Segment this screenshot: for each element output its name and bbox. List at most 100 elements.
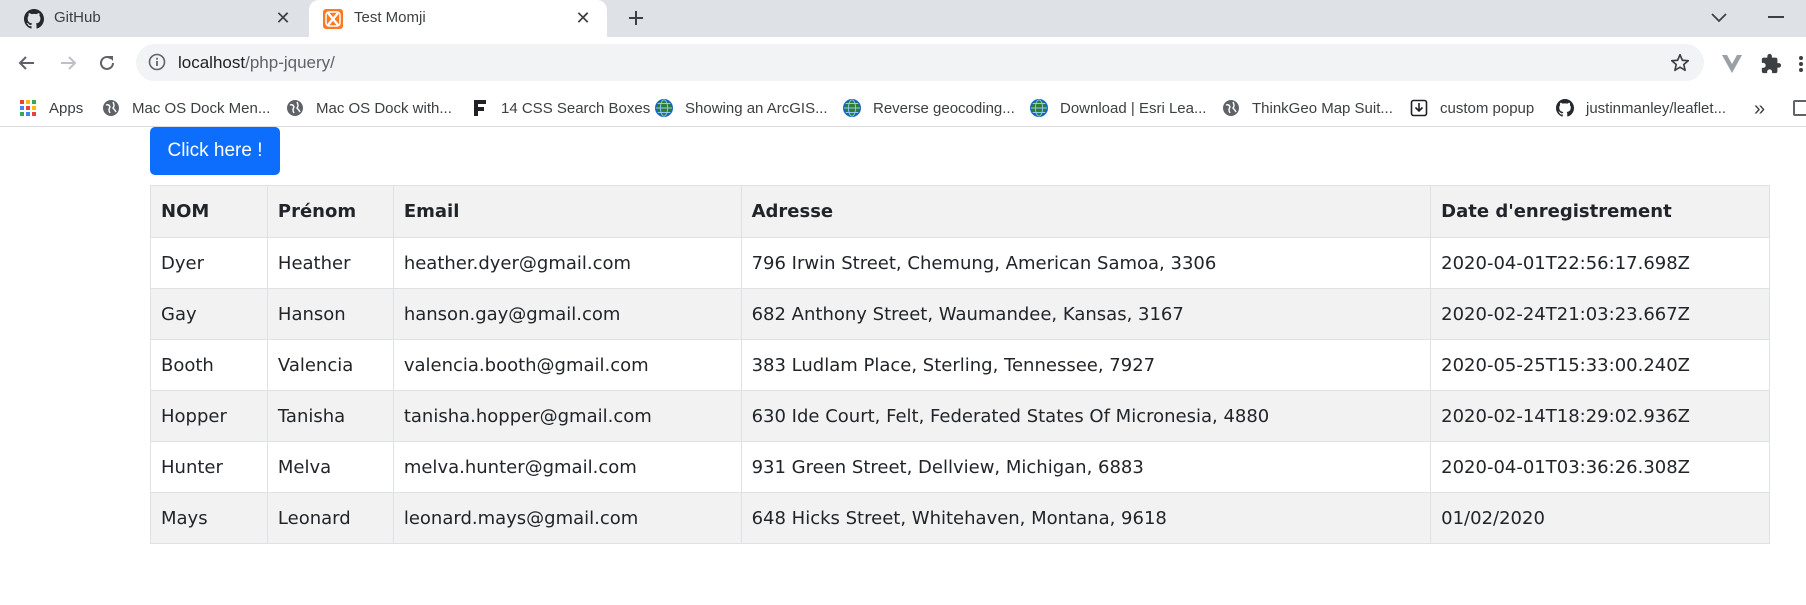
cell-email: hanson.gay@gmail.com <box>392 288 742 340</box>
url-host: localhost <box>178 53 246 72</box>
cell-nom: Hunter <box>150 441 268 493</box>
table-header-row: NOM Prénom Email Adresse Date d'enregist… <box>150 185 1770 238</box>
cell-email: melva.hunter@gmail.com <box>392 441 742 493</box>
cell-nom: Mays <box>150 492 268 544</box>
address-bar[interactable]: localhost/php-jquery/ <box>136 44 1704 81</box>
table-row: Hunter Melva melva.hunter@gmail.com 931 … <box>150 441 1770 493</box>
bookmark-label: Download | Esri Lea... <box>1060 99 1207 117</box>
column-header-prenom: Prénom <box>266 185 394 238</box>
table-row: Mays Leonard leonard.mays@gmail.com 648 … <box>150 492 1770 544</box>
cell-date: 2020-04-01T03:36:26.308Z <box>1430 441 1770 493</box>
cell-prenom: Hanson <box>266 288 394 340</box>
cell-nom: Booth <box>150 339 268 391</box>
cell-prenom: Tanisha <box>266 390 394 442</box>
cell-prenom: Melva <box>266 441 394 493</box>
tab-strip: GitHub ✕ Test Momji ✕ <box>0 0 1806 37</box>
bookmark-star-icon[interactable] <box>1669 52 1691 74</box>
cell-adresse: 931 Green Street, Dellview, Michigan, 68… <box>740 441 1432 493</box>
bookmarks-bar: Apps Mac OS Dock Men... Mac OS Dock with… <box>0 89 1806 127</box>
cell-nom: Hopper <box>150 390 268 442</box>
table-row: Booth Valencia valencia.booth@gmail.com … <box>150 339 1770 391</box>
cell-email: leonard.mays@gmail.com <box>392 492 742 544</box>
cell-adresse: 630 Ide Court, Felt, Federated States Of… <box>740 390 1432 442</box>
cell-date: 2020-05-25T15:33:00.240Z <box>1430 339 1770 391</box>
bookmark-label: Mac OS Dock Men... <box>132 99 271 117</box>
column-header-date: Date d'enregistrement <box>1430 185 1770 238</box>
more-menu-icon[interactable] <box>1795 52 1806 76</box>
xampp-icon <box>323 9 343 29</box>
globe-icon <box>1222 99 1240 117</box>
bookmark-label: Mac OS Dock with... <box>316 99 452 117</box>
bookmark-label: Apps <box>49 99 84 117</box>
tab-title: GitHub <box>54 9 101 26</box>
bookmark-custom-popup[interactable]: custom popup <box>1410 89 1534 127</box>
bookmark-label: ThinkGeo Map Suit... <box>1252 99 1393 117</box>
vue-devtools-icon[interactable] <box>1720 52 1744 76</box>
column-header-email: Email <box>392 185 742 238</box>
reading-list-icon[interactable] <box>1793 100 1806 116</box>
close-icon[interactable]: ✕ <box>273 8 293 28</box>
cell-email: valencia.booth@gmail.com <box>392 339 742 391</box>
bookmark-label: Reverse geocoding... <box>873 99 1015 117</box>
click-here-button[interactable]: Click here ! <box>150 127 280 175</box>
bookmark-label: custom popup <box>1440 99 1535 117</box>
bookmark-label: Showing an ArcGIS... <box>685 99 828 117</box>
bookmark-mac-os-dock-men[interactable]: Mac OS Dock Men... <box>102 89 270 127</box>
bookmark-label: 14 CSS Search Boxes <box>501 99 651 117</box>
globe-icon <box>102 99 120 117</box>
freefrontend-icon <box>471 99 489 117</box>
bookmarks-overflow-chevron-icon[interactable]: » <box>1754 98 1765 121</box>
cell-adresse: 682 Anthony Street, Waumandee, Kansas, 3… <box>740 288 1432 340</box>
bookmark-reverse-geocoding[interactable]: Reverse geocoding... <box>843 89 1015 127</box>
cell-nom: Dyer <box>150 237 268 289</box>
users-table: NOM Prénom Email Adresse Date d'enregist… <box>150 185 1770 544</box>
table-row: Hopper Tanisha tanisha.hopper@gmail.com … <box>150 390 1770 442</box>
cell-date: 01/02/2020 <box>1430 492 1770 544</box>
arcgis-globe-icon <box>1030 99 1048 117</box>
github-icon <box>1556 99 1574 117</box>
github-icon <box>24 9 44 29</box>
bookmark-download-esri[interactable]: Download | Esri Lea... <box>1030 89 1206 127</box>
arcgis-globe-icon <box>843 99 861 117</box>
bookmark-css-search-boxes[interactable]: 14 CSS Search Boxes <box>471 89 650 127</box>
cell-date: 2020-04-01T22:56:17.698Z <box>1430 237 1770 289</box>
cell-date: 2020-02-24T21:03:23.667Z <box>1430 288 1770 340</box>
apps-grid-icon <box>19 99 37 117</box>
bookmark-mac-os-dock-with[interactable]: Mac OS Dock with... <box>286 89 452 127</box>
cell-email: tanisha.hopper@gmail.com <box>392 390 742 442</box>
cell-prenom: Heather <box>266 237 394 289</box>
bookmark-justinmanley-leaflet[interactable]: justinmanley/leaflet... <box>1556 89 1726 127</box>
tab-test-momji[interactable]: Test Momji ✕ <box>309 0 607 37</box>
forward-arrow-icon[interactable] <box>54 49 82 77</box>
cell-adresse: 648 Hicks Street, Whitehaven, Montana, 9… <box>740 492 1432 544</box>
column-header-nom: NOM <box>150 185 268 238</box>
cell-adresse: 383 Ludlam Place, Sterling, Tennessee, 7… <box>740 339 1432 391</box>
cell-date: 2020-02-14T18:29:02.936Z <box>1430 390 1770 442</box>
column-header-adresse: Adresse <box>740 185 1432 238</box>
back-arrow-icon[interactable] <box>13 49 41 77</box>
cell-adresse: 796 Irwin Street, Chemung, American Samo… <box>740 237 1432 289</box>
download-box-icon <box>1410 99 1428 117</box>
table-row: Dyer Heather heather.dyer@gmail.com 796 … <box>150 237 1770 289</box>
new-tab-plus-icon[interactable] <box>624 6 648 30</box>
table-row: Gay Hanson hanson.gay@gmail.com 682 Anth… <box>150 288 1770 340</box>
minimize-icon[interactable] <box>1768 16 1784 18</box>
globe-icon <box>286 99 304 117</box>
tab-title: Test Momji <box>354 9 426 26</box>
reload-icon[interactable] <box>93 49 121 77</box>
cell-prenom: Valencia <box>266 339 394 391</box>
chevron-down-icon[interactable] <box>1707 7 1731 29</box>
bookmark-thinkgeo[interactable]: ThinkGeo Map Suit... <box>1222 89 1393 127</box>
url-text: localhost/php-jquery/ <box>178 53 335 73</box>
bookmark-apps[interactable]: Apps <box>19 89 83 127</box>
cell-prenom: Leonard <box>266 492 394 544</box>
url-path: /php-jquery/ <box>245 53 335 72</box>
extensions-puzzle-icon[interactable] <box>1759 52 1783 76</box>
cell-nom: Gay <box>150 288 268 340</box>
bookmark-showing-an-arcgis[interactable]: Showing an ArcGIS... <box>655 89 828 127</box>
bookmark-label: justinmanley/leaflet... <box>1586 99 1727 117</box>
cell-email: heather.dyer@gmail.com <box>392 237 742 289</box>
tab-github[interactable]: GitHub ✕ <box>0 0 307 37</box>
info-icon[interactable] <box>148 53 166 71</box>
close-icon[interactable]: ✕ <box>573 8 593 28</box>
